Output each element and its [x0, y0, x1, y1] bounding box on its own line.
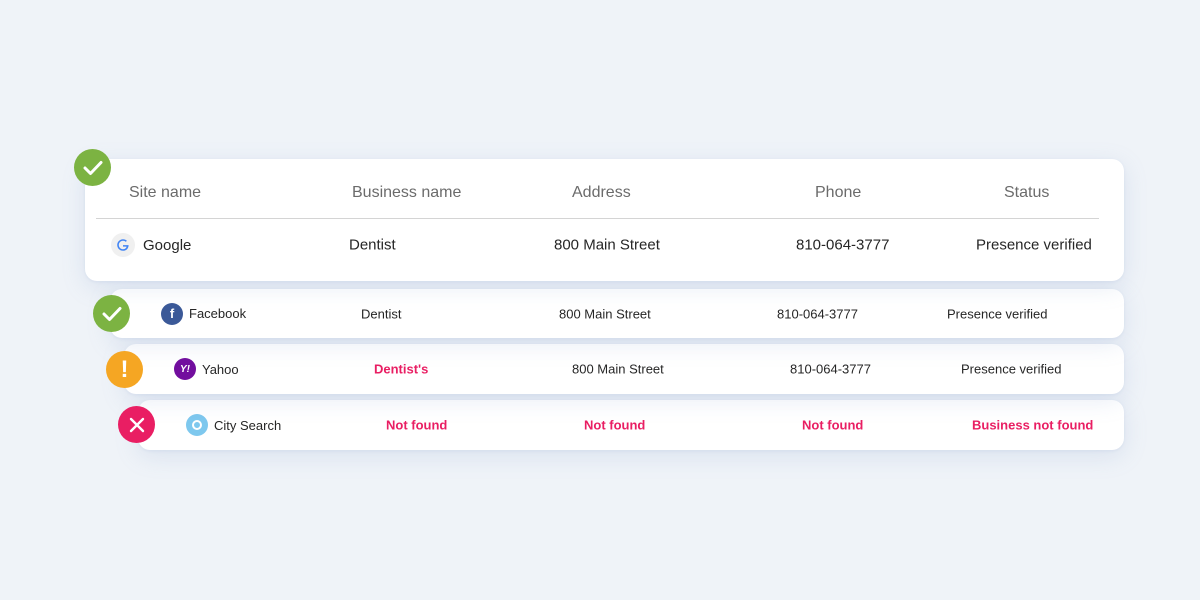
- site-name: City Search: [214, 417, 282, 433]
- header-business-name: Business name: [352, 184, 462, 201]
- phone-cell: Not found: [802, 417, 864, 433]
- site-cell: Y! Yahoo: [174, 358, 239, 380]
- site-cell: f Facebook: [161, 302, 247, 325]
- site-cell: Google: [111, 233, 191, 257]
- presence-table-card: Site name Business name Address Phone St…: [85, 159, 1124, 281]
- business-name-cell: Dentist: [349, 236, 396, 254]
- citysearch-icon: [186, 414, 208, 436]
- header-phone: Phone: [815, 184, 862, 201]
- address-cell: 800 Main Street: [559, 306, 651, 321]
- status-cell: Presence verified: [961, 361, 1062, 377]
- check-icon: [74, 149, 111, 186]
- table-row[interactable]: Y! Yahoo Dentist's 800 Main Street 810-0…: [124, 344, 1124, 394]
- table-row[interactable]: City Search Not found Not found Not foun…: [138, 400, 1124, 450]
- error-x-icon: [118, 406, 155, 443]
- phone-cell: 810-064-3777: [796, 236, 890, 254]
- check-icon: [93, 295, 130, 332]
- address-cell: 800 Main Street: [572, 361, 664, 377]
- business-name-cell: Dentist's: [374, 361, 429, 377]
- site-cell: City Search: [186, 414, 281, 436]
- google-icon: [111, 233, 135, 257]
- status-cell: Business not found: [972, 417, 1094, 433]
- yahoo-icon: Y!: [174, 358, 196, 380]
- business-name-cell: Dentist: [361, 306, 402, 321]
- business-name-cell: Not found: [386, 417, 448, 433]
- status-cell: Presence verified: [976, 236, 1092, 254]
- warning-glyph: !: [120, 355, 129, 383]
- facebook-icon: f: [161, 302, 183, 325]
- header-divider: [96, 218, 1099, 219]
- address-cell: 800 Main Street: [554, 236, 660, 254]
- site-name: Google: [143, 236, 192, 254]
- header-address: Address: [572, 184, 631, 201]
- phone-cell: 810-064-3777: [777, 306, 858, 321]
- phone-cell: 810-064-3777: [790, 361, 871, 377]
- site-name: Yahoo: [202, 361, 239, 377]
- table-row[interactable]: f Facebook Dentist 800 Main Street 810-0…: [110, 289, 1124, 338]
- header-site-name: Site name: [129, 184, 202, 201]
- status-cell: Presence verified: [947, 306, 1048, 321]
- warning-icon: !: [106, 351, 143, 388]
- header-status: Status: [1004, 184, 1050, 201]
- address-cell: Not found: [584, 417, 646, 433]
- site-name: Facebook: [189, 306, 247, 321]
